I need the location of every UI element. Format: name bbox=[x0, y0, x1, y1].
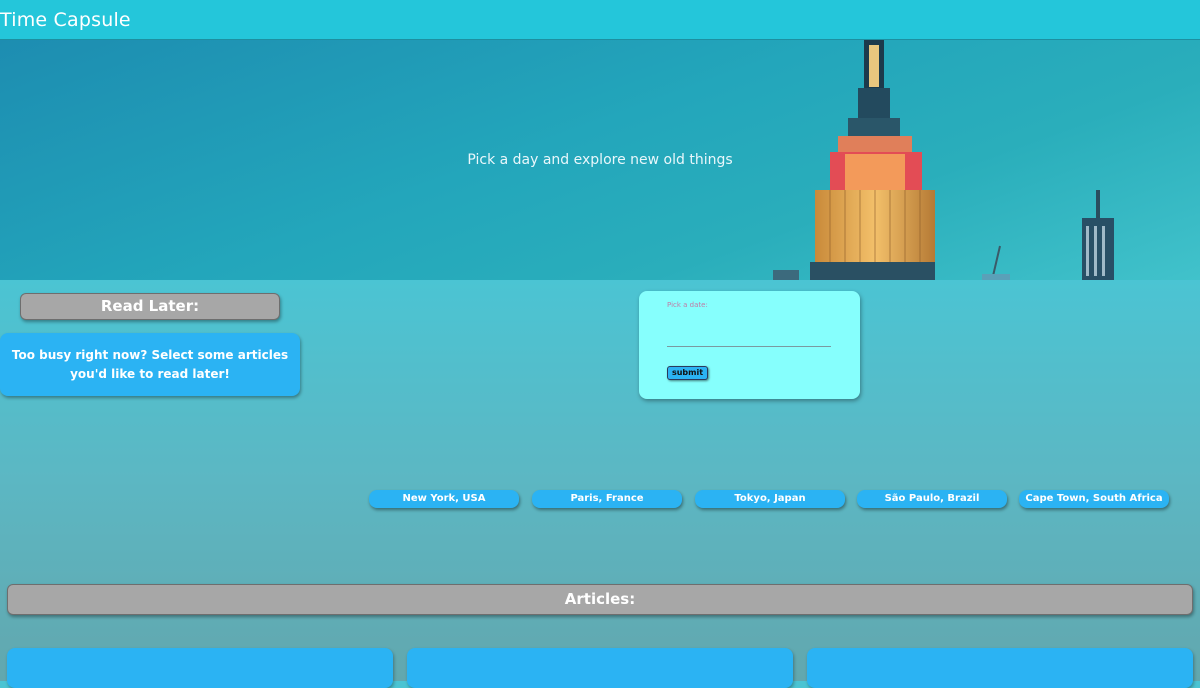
article-card[interactable] bbox=[807, 648, 1193, 688]
hero-tagline: Pick a day and explore new old things bbox=[467, 152, 733, 168]
read-later-empty-message: Too busy right now? Select some articles… bbox=[0, 333, 300, 396]
app-title: Time Capsule bbox=[0, 9, 131, 31]
city-button-new-york[interactable]: New York, USA bbox=[369, 490, 519, 508]
article-card[interactable] bbox=[7, 648, 393, 688]
read-later-heading: Read Later: bbox=[20, 293, 280, 320]
read-later-message-text: Too busy right now? Select some articles… bbox=[11, 347, 289, 381]
date-label: Pick a date: bbox=[667, 301, 708, 309]
date-picker-panel: Pick a date: submit bbox=[639, 291, 860, 399]
city-button-sao-paulo[interactable]: São Paulo, Brazil bbox=[857, 490, 1007, 508]
article-card[interactable] bbox=[407, 648, 793, 688]
hero-banner: Pick a day and explore new old things bbox=[0, 40, 1200, 280]
top-bar: Time Capsule bbox=[0, 0, 1200, 40]
city-button-tokyo[interactable]: Tokyo, Japan bbox=[695, 490, 845, 508]
articles-heading: Articles: bbox=[7, 584, 1193, 615]
city-button-paris[interactable]: Paris, France bbox=[532, 490, 682, 508]
city-button-cape-town[interactable]: Cape Town, South Africa bbox=[1019, 490, 1169, 508]
date-input[interactable] bbox=[667, 329, 831, 347]
submit-button[interactable]: submit bbox=[667, 366, 708, 380]
